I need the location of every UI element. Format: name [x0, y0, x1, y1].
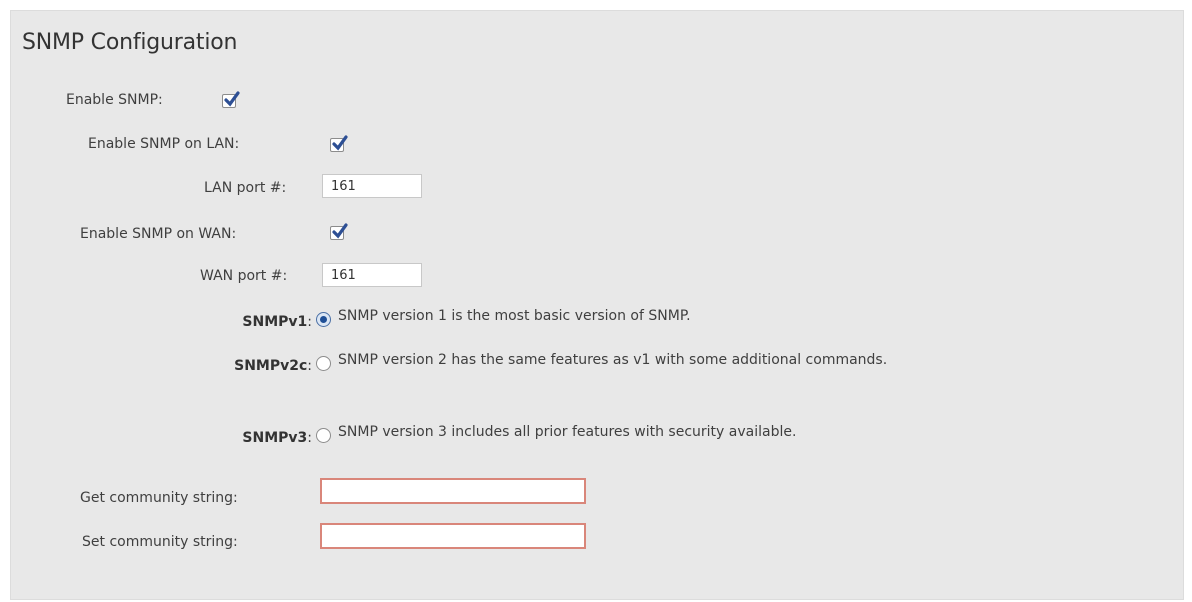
enable-snmp-wan-label: Enable SNMP on WAN:: [80, 226, 237, 242]
wan-port-input[interactable]: [322, 263, 422, 287]
get-community-label: Get community string:: [80, 490, 238, 506]
page-title: SNMP Configuration: [22, 30, 238, 55]
snmpv3-radio[interactable]: [316, 428, 331, 443]
snmpv2c-label: SNMPv2c:: [234, 358, 312, 374]
lan-port-label: LAN port #:: [204, 180, 287, 196]
snmpv3-description: SNMP version 3 includes all prior featur…: [338, 424, 797, 440]
enable-snmp-wan-checkbox[interactable]: [330, 223, 348, 240]
enable-snmp-checkbox[interactable]: [222, 91, 240, 108]
lan-port-input[interactable]: [322, 174, 422, 198]
snmpv1-radio[interactable]: [316, 312, 331, 327]
checkmark-icon: [224, 91, 240, 107]
snmpv2c-radio[interactable]: [316, 356, 331, 371]
enable-snmp-label: Enable SNMP:: [66, 92, 163, 108]
get-community-input[interactable]: [320, 478, 586, 504]
enable-snmp-lan-label: Enable SNMP on LAN:: [88, 136, 240, 152]
snmpv3-label: SNMPv3:: [242, 430, 312, 446]
set-community-label: Set community string:: [82, 534, 238, 550]
enable-snmp-lan-checkbox[interactable]: [330, 135, 348, 152]
snmpv2c-description-text: SNMP version 2 has the same features as …: [338, 352, 888, 368]
wan-port-label: WAN port #:: [200, 268, 288, 284]
checkmark-icon: [332, 223, 348, 239]
set-community-input[interactable]: [320, 523, 586, 549]
snmpv1-label: SNMPv1:: [242, 314, 312, 330]
snmpv2c-description: SNMP version 2 has the same features as …: [338, 346, 1038, 374]
snmpv1-description: SNMP version 1 is the most basic version…: [338, 308, 691, 324]
checkmark-icon: [332, 135, 348, 151]
